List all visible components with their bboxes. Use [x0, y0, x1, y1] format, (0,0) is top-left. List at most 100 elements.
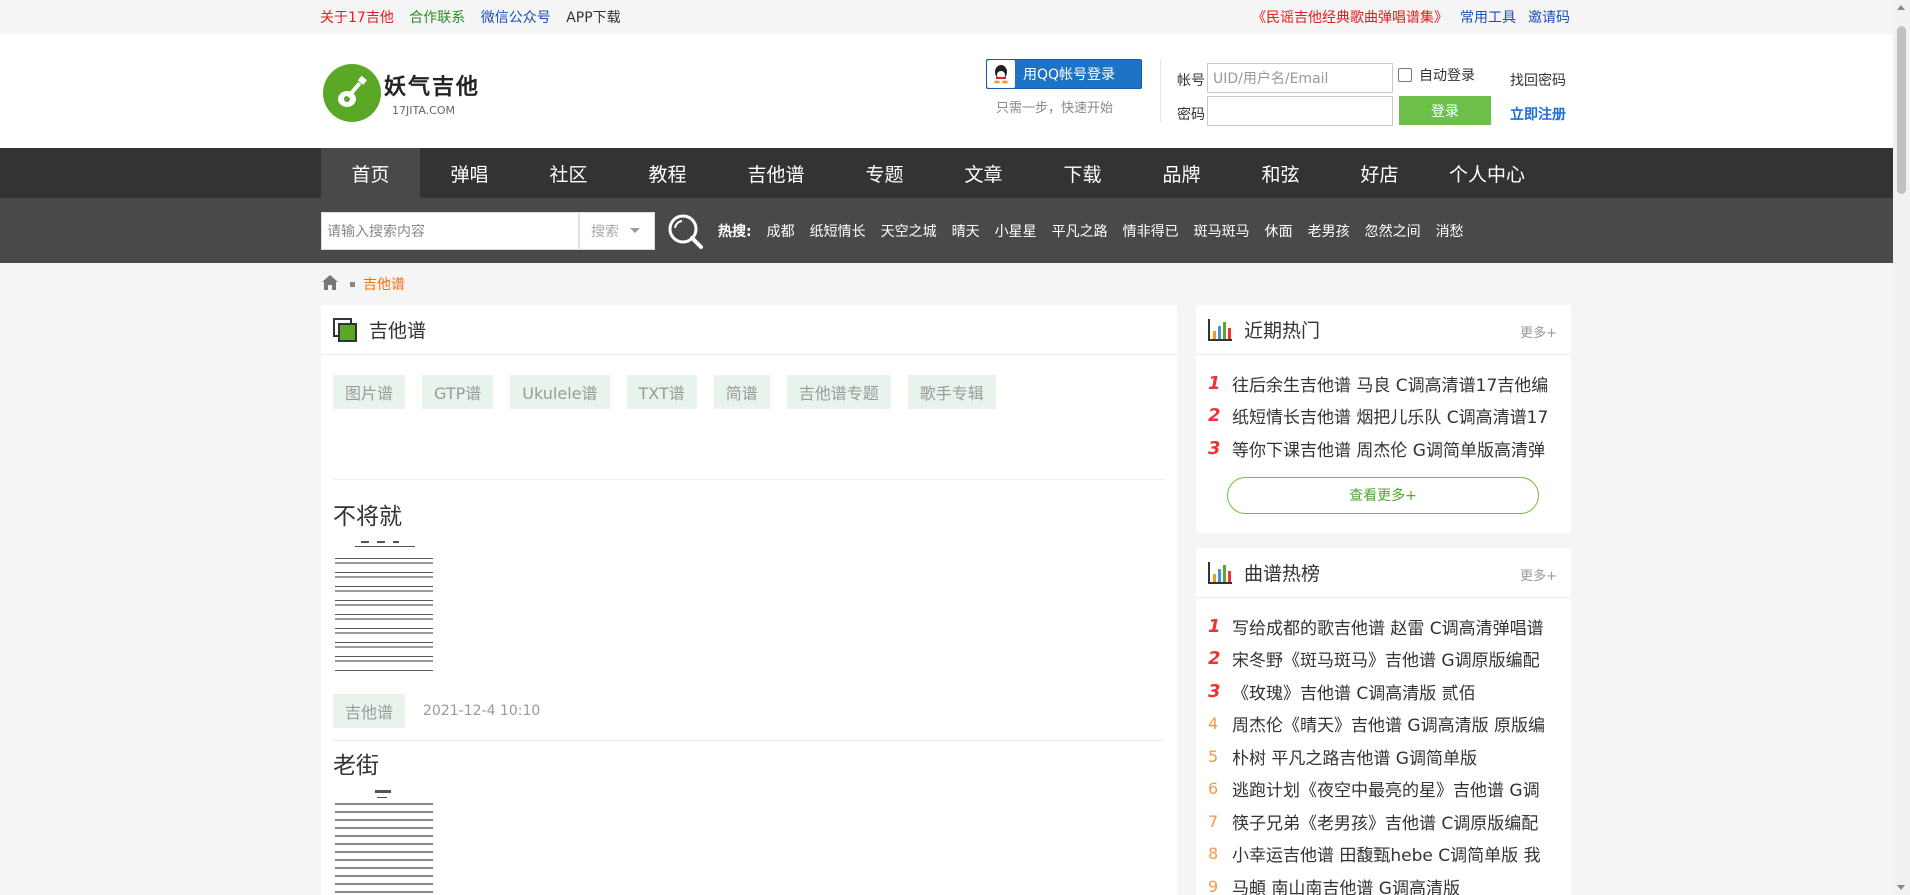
songbook-link[interactable]: 《民谣吉他经典歌曲弹唱谱集》 [1252, 7, 1448, 27]
recent-hot-list: 1 往后余生吉他谱 马良 C调高清谱17吉他编 2 纸短情长吉他谱 烟把儿乐队 … [1196, 355, 1571, 465]
scroll-down-arrow-icon[interactable] [1897, 885, 1905, 890]
nav-item-shops[interactable]: 好店 [1330, 148, 1429, 198]
search-type-select[interactable]: 搜索 [579, 211, 655, 250]
about-link[interactable]: 关于17吉他 [320, 10, 394, 26]
rank-title: 写给成都的歌吉他谱 赵雷 C调高清弹唱谱 [1232, 618, 1544, 639]
scrollbar-thumb[interactable] [1897, 26, 1906, 194]
list-item[interactable]: 4 周杰伦《晴天》吉他谱 G调高清版 原版编 [1208, 708, 1558, 741]
hot-word[interactable]: 晴天 [952, 221, 980, 241]
tab-chart-panel: 曲谱热榜 更多+ 1 写给成都的歌吉他谱 赵雷 C调高清弹唱谱 2 宋冬野《斑马斑马… [1196, 548, 1571, 895]
nav-item-home[interactable]: 首页 [321, 148, 420, 198]
nav-item-brands[interactable]: 品牌 [1132, 148, 1231, 198]
nav-item-articles[interactable]: 文章 [934, 148, 1033, 198]
rank-title: 朴树 平凡之路吉他谱 G调简单版 [1232, 748, 1477, 769]
home-icon[interactable] [321, 274, 339, 295]
account-input[interactable]: UID/用户名/Email [1207, 63, 1393, 93]
tools-link[interactable]: 常用工具 [1460, 7, 1516, 27]
rank-title: 周杰伦《晴天》吉他谱 G调高清版 原版编 [1232, 716, 1545, 737]
category-image-tabs[interactable]: 图片谱 [333, 375, 406, 409]
wechat-link[interactable]: 微信公众号 [481, 10, 551, 26]
invite-link[interactable]: 邀请码 [1528, 7, 1570, 27]
list-item[interactable]: 6 逃跑计划《夜空中最亮的星》吉他谱 G调 [1208, 773, 1558, 806]
password-input[interactable] [1207, 96, 1393, 126]
tab-chart-more-link[interactable]: 更多+ [1520, 565, 1557, 584]
list-item[interactable]: 2 纸短情长吉他谱 烟把儿乐队 C调高清谱17 [1208, 400, 1558, 433]
rank-number: 4 [1208, 714, 1219, 734]
hot-word[interactable]: 平凡之路 [1052, 221, 1108, 241]
rank-number: 9 [1208, 876, 1219, 895]
auto-login-checkbox[interactable]: 自动登录 [1398, 65, 1475, 85]
login-button[interactable]: 登录 [1399, 96, 1491, 125]
nav-item-downloads[interactable]: 下载 [1033, 148, 1132, 198]
hot-word[interactable]: 纸短情长 [810, 221, 866, 241]
tab-chart-list: 1 写给成都的歌吉他谱 赵雷 C调高清弹唱谱 2 宋冬野《斑马斑马》吉他谱 G调原版… [1196, 598, 1571, 895]
entry-meta: 吉他谱 2021-12-4 10:10 [333, 682, 1165, 740]
category-txt-tabs[interactable]: TXT谱 [626, 375, 697, 409]
rank-number: 1 [1208, 372, 1221, 394]
page-scrollbar[interactable] [1893, 0, 1910, 895]
bar-chart-icon [1208, 561, 1232, 584]
scroll-up-arrow-icon[interactable] [1897, 5, 1905, 10]
entry-title[interactable]: 不将就 [333, 480, 1165, 532]
forgot-password-link[interactable]: 找回密码 [1510, 70, 1566, 90]
site-logo[interactable]: 妖气吉他 17JITA.COM [323, 64, 480, 122]
top-links: 关于17吉他 合作联系 微信公众号 APP下载 [320, 7, 632, 27]
nav-item-tabs[interactable]: 吉他谱 [717, 148, 835, 198]
category-gtp-tabs[interactable]: GTP谱 [422, 375, 494, 409]
recent-hot-more-link[interactable]: 更多+ [1520, 322, 1557, 341]
category-numbered-tabs[interactable]: 简谱 [713, 375, 770, 409]
sheet-thumbnail[interactable] [333, 781, 1165, 895]
password-label: 密码 [1177, 107, 1205, 123]
list-item[interactable]: 1 往后余生吉他谱 马良 C调高清谱17吉他编 [1208, 367, 1558, 400]
nav-item-topics[interactable]: 专题 [835, 148, 934, 198]
list-item[interactable]: 9 马頔 南山南吉他谱 G调高清版 [1208, 870, 1558, 895]
rank-number: 1 [1208, 615, 1221, 637]
nav-item-community[interactable]: 社区 [519, 148, 618, 198]
register-link[interactable]: 立即注册 [1510, 104, 1566, 124]
hot-word[interactable]: 天空之城 [881, 221, 937, 241]
sheet-thumbnail-image [333, 787, 435, 895]
hot-word[interactable]: 忽然之间 [1365, 221, 1421, 241]
top-right-links: 《民谣吉他经典歌曲弹唱谱集》 常用工具 邀请码 [1240, 0, 1570, 34]
hot-word[interactable]: 斑马斑马 [1194, 221, 1250, 241]
entry-title[interactable]: 老街 [333, 741, 1165, 781]
nav-item-chords[interactable]: 和弦 [1231, 148, 1330, 198]
list-item[interactable]: 3 《玫瑰》吉他谱 C调高清版 贰佰 [1208, 675, 1558, 708]
rank-title: 往后余生吉他谱 马良 C调高清谱17吉他编 [1232, 375, 1549, 396]
hot-word[interactable]: 老男孩 [1308, 221, 1350, 241]
nav-item-strum[interactable]: 弹唱 [420, 148, 519, 198]
search-input[interactable]: 请输入搜索内容 [321, 211, 579, 250]
list-item[interactable]: 8 小幸运吉他谱 田馥甄hebe C调简单版 我 [1208, 838, 1558, 871]
checkbox-box[interactable] [1398, 68, 1412, 82]
list-item[interactable]: 1 写给成都的歌吉他谱 赵雷 C调高清弹唱谱 [1208, 610, 1558, 643]
rank-number: 2 [1208, 405, 1221, 427]
nav-item-tutorials[interactable]: 教程 [618, 148, 717, 198]
sheet-thumbnail[interactable] [333, 532, 1165, 682]
tab-chart-title: 曲谱热榜 [1244, 563, 1321, 585]
category-ukulele-tabs[interactable]: Ukulele谱 [510, 375, 610, 409]
cooperation-link[interactable]: 合作联系 [409, 10, 465, 26]
hot-word[interactable]: 消愁 [1436, 221, 1464, 241]
category-tab-topics[interactable]: 吉他谱专题 [786, 375, 891, 409]
list-item[interactable]: 3 等你下课吉他谱 周杰伦 G调简单版高清弹 [1208, 432, 1558, 465]
hot-word[interactable]: 情非得已 [1123, 221, 1179, 241]
main-panel-header: 吉他谱 [321, 305, 1177, 355]
list-item[interactable]: 7 筷子兄弟《老男孩》吉他谱 C调原版编配 [1208, 805, 1558, 838]
list-item[interactable]: 5 朴树 平凡之路吉他谱 G调简单版 [1208, 740, 1558, 773]
view-more-button[interactable]: 查看更多+ [1227, 476, 1539, 514]
search-bar: 请输入搜索内容 搜索 热搜: 成都 纸短情长 天空之城 晴天 小星星 平凡之路 … [0, 198, 1910, 263]
sheet-thumbnail-image [333, 538, 435, 678]
list-item[interactable]: 2 宋冬野《斑马斑马》吉他谱 G调原版编配 [1208, 643, 1558, 676]
nav-item-user-center[interactable]: 个人中心 [1429, 148, 1545, 198]
hot-word[interactable]: 小星星 [995, 221, 1037, 241]
qq-login-button[interactable]: 用QQ帐号登录 [986, 59, 1142, 89]
hot-word[interactable]: 休面 [1265, 221, 1293, 241]
hot-word[interactable]: 成都 [767, 221, 795, 241]
recent-hot-header: 近期热门 更多+ [1196, 305, 1571, 355]
app-download-link[interactable]: APP下载 [566, 10, 620, 26]
rank-title: 逃跑计划《夜空中最亮的星》吉他谱 G调 [1232, 781, 1540, 802]
entry-tag[interactable]: 吉他谱 [333, 694, 406, 728]
category-artist-albums[interactable]: 歌手专辑 [907, 375, 996, 409]
search-button[interactable] [664, 210, 706, 252]
rank-title: 小幸运吉他谱 田馥甄hebe C调简单版 我 [1232, 846, 1541, 867]
